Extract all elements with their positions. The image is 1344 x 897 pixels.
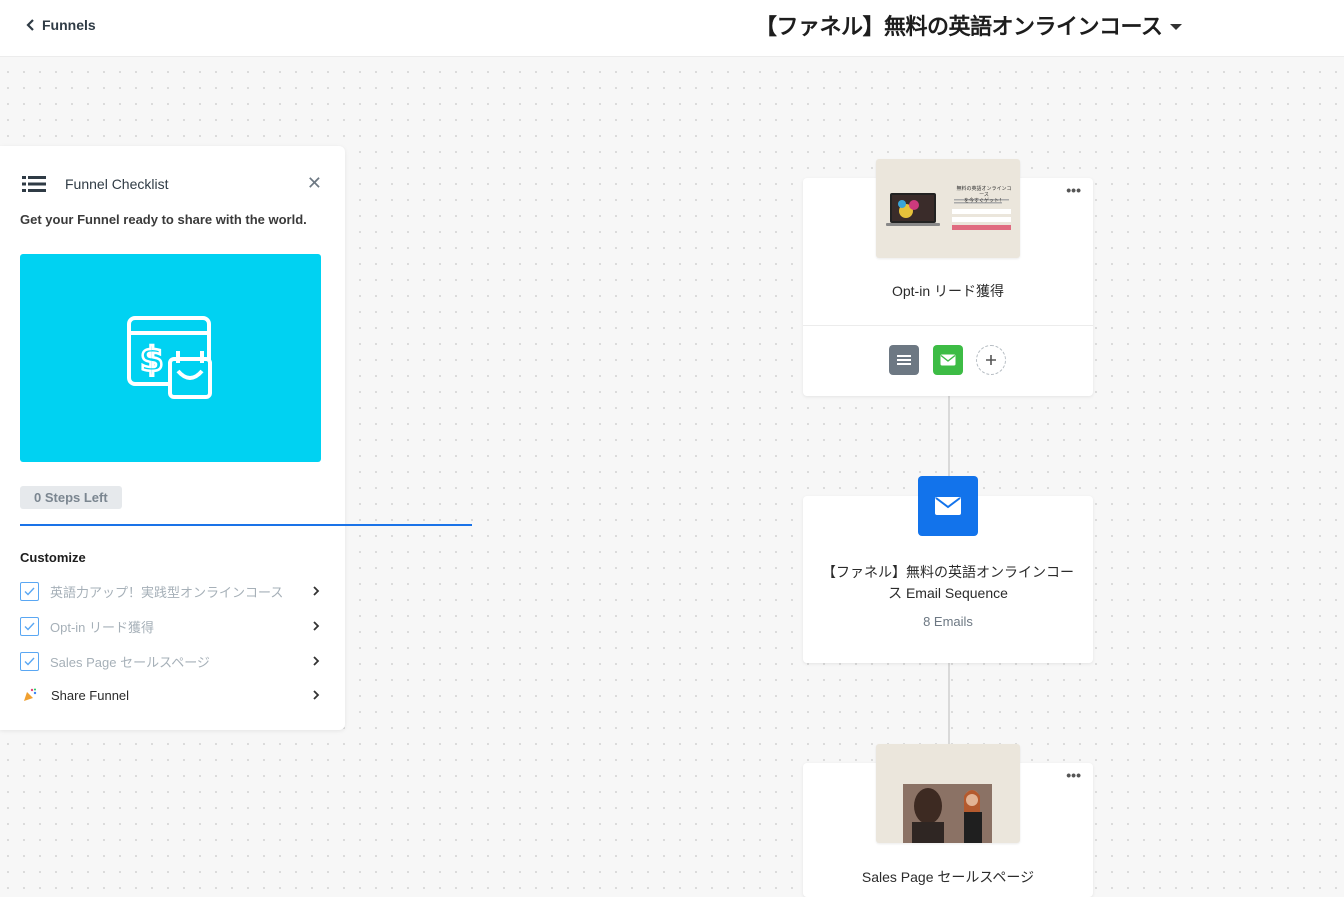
- checklist-item-label: Share Funnel: [51, 687, 130, 703]
- chevron-right-icon: [313, 690, 320, 700]
- add-step-icon[interactable]: [976, 345, 1006, 375]
- form-icon[interactable]: [889, 345, 919, 375]
- back-link-label: Funnels: [42, 17, 96, 33]
- optin-step-title: Opt-in リード獲得: [891, 283, 1004, 299]
- checklist-item[interactable]: 英語力アップ！実践型オンラインコース: [20, 580, 320, 602]
- chevron-right-icon: [313, 586, 320, 596]
- card-divider: [803, 325, 1093, 326]
- checklist-hero-illustration: $: [20, 254, 321, 462]
- checkmark-icon: [24, 657, 35, 666]
- checklist-item-label: 英語力アップ！実践型オンラインコース: [50, 584, 284, 600]
- checklist-item-share-funnel[interactable]: Share Funnel: [20, 684, 320, 706]
- checklist-title: Funnel Checklist: [65, 176, 169, 192]
- flow-connector: [948, 662, 950, 746]
- back-to-funnels-link[interactable]: Funnels: [26, 15, 96, 35]
- funnel-name: 【ファネル】無料の英語オンラインコース: [755, 15, 1163, 40]
- checklist-item[interactable]: Sales Page セールスページ: [20, 650, 320, 672]
- steps-left-badge: 0 Steps Left: [20, 486, 122, 509]
- envelope-icon: [918, 476, 978, 536]
- checklist-header: Funnel Checklist ✕: [22, 173, 326, 195]
- email-sequence-title: 【ファネル】無料の英語オンラインコース Email Sequence: [822, 564, 1074, 601]
- flow-connector: [948, 396, 950, 478]
- chevron-left-icon: [26, 19, 34, 31]
- party-popper-icon: [24, 688, 37, 701]
- checkmark-icon: [24, 587, 35, 596]
- customize-section-label: Customize: [20, 550, 86, 565]
- close-icon[interactable]: ✕: [307, 173, 322, 193]
- laptop-image: [886, 193, 1011, 230]
- checklist-item-label: Opt-in リード獲得: [50, 619, 155, 635]
- sales-page-thumbnail[interactable]: [876, 744, 1020, 843]
- top-bar: Funnels 【ファネル】無料の英語オンラインコース: [0, 0, 1344, 57]
- people-photo-image: [903, 784, 992, 843]
- checkbox-checked[interactable]: [20, 581, 39, 601]
- thumbnail-heading: 無料の英語オンラインコース を今すぐゲット！: [956, 186, 1012, 204]
- list-icon: [22, 176, 46, 192]
- caret-down-icon: [1170, 24, 1183, 30]
- funnel-checklist-panel: Funnel Checklist ✕ Get your Funnel ready…: [0, 146, 472, 730]
- checklist-item-label: Sales Page セールスページ: [50, 654, 210, 670]
- more-options-icon[interactable]: •••: [1066, 183, 1081, 197]
- email-icon[interactable]: [933, 345, 963, 375]
- optin-page-thumbnail[interactable]: 無料の英語オンラインコース を今すぐゲット！: [876, 159, 1020, 258]
- sales-page-title: Sales Page セールスページ: [861, 869, 1035, 885]
- chevron-right-icon: [313, 621, 320, 631]
- checkbox-checked[interactable]: [20, 616, 39, 636]
- checkmark-icon: [24, 622, 35, 631]
- chevron-right-icon: [313, 656, 320, 666]
- funnel-name-dropdown[interactable]: 【ファネル】無料の英語オンラインコース: [755, 8, 1183, 42]
- checklist-subtitle: Get your Funnel ready to share with the …: [20, 212, 307, 227]
- checklist-progress-bar: [20, 524, 472, 526]
- email-count: 8 Emails: [923, 614, 973, 629]
- checklist-item[interactable]: Opt-in リード獲得: [20, 615, 320, 637]
- checkbox-checked[interactable]: [20, 651, 39, 671]
- svg-text:$: $: [140, 340, 164, 380]
- more-options-icon[interactable]: •••: [1066, 768, 1081, 782]
- store-bag-icon: $: [126, 316, 212, 399]
